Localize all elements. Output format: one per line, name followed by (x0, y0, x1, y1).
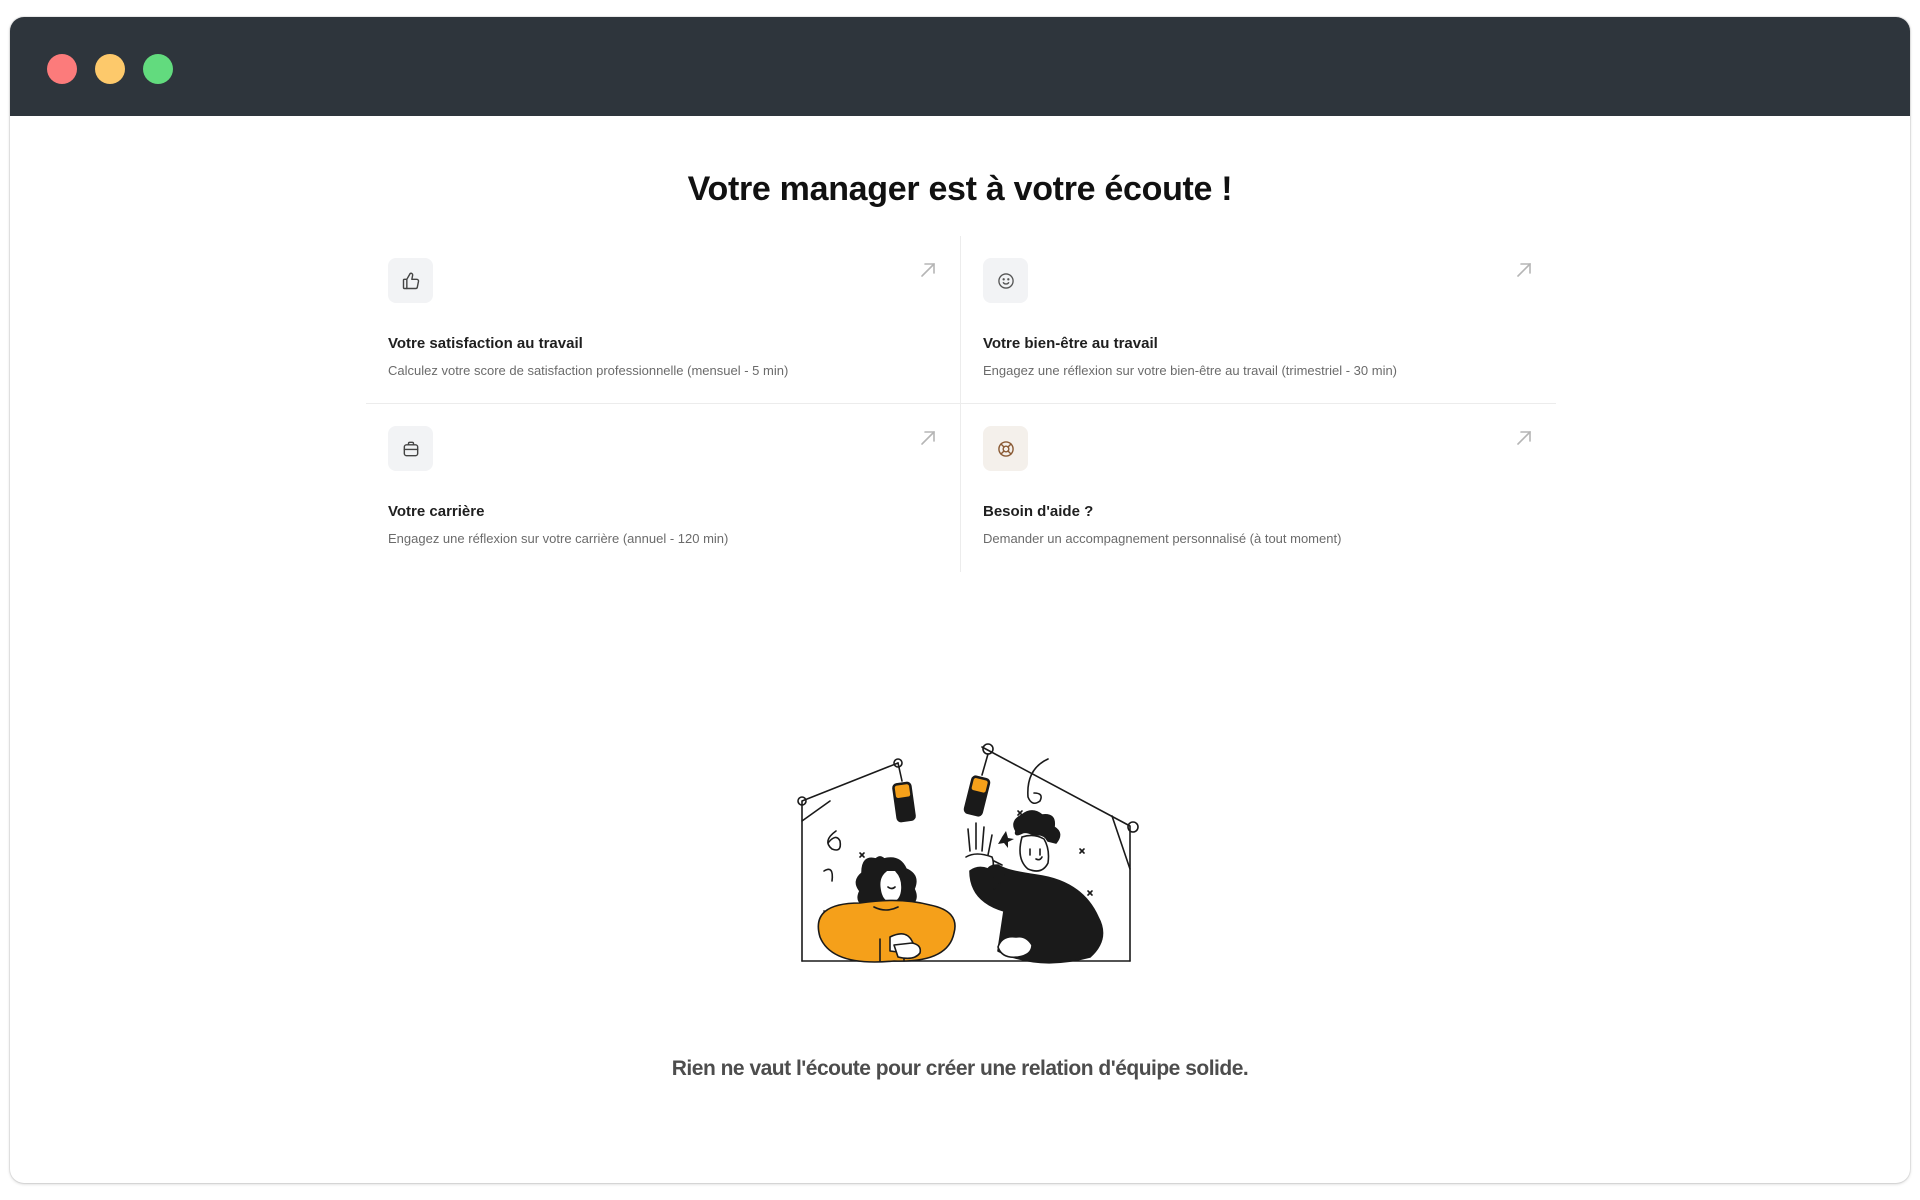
arrow-up-right-icon (921, 263, 935, 277)
arrow-up-right-icon (1517, 431, 1531, 445)
card-description: Demander un accompagnement personnalisé … (983, 531, 1342, 546)
card-job-satisfaction[interactable]: Votre satisfaction au travail Calculez v… (366, 236, 961, 404)
card-description: Calculez votre score de satisfaction pro… (388, 363, 789, 378)
card-grid: Votre satisfaction au travail Calculez v… (366, 236, 1556, 572)
arrow-up-right-icon (1517, 263, 1531, 277)
lifebuoy-icon (983, 426, 1028, 471)
arrow-up-right-icon (921, 431, 935, 445)
two-people-high-five-illustration (797, 743, 1139, 964)
tagline: Rien ne vaut l'écoute pour créer une rel… (671, 1057, 1249, 1080)
card-title: Votre carrière (388, 503, 485, 520)
card-title: Besoin d'aide ? (983, 503, 1094, 520)
app-window: Votre manager est à votre écoute ! Votre… (10, 17, 1910, 1183)
thumbs-up-icon (388, 258, 433, 303)
briefcase-icon (388, 426, 433, 471)
smiley-icon (983, 258, 1028, 303)
card-career[interactable]: Votre carrière Engagez une réflexion sur… (366, 404, 961, 572)
zoom-window-button[interactable] (143, 54, 173, 84)
card-title: Votre satisfaction au travail (388, 335, 583, 352)
close-window-button[interactable] (47, 54, 77, 84)
window-titlebar (10, 17, 1910, 116)
card-description: Engagez une réflexion sur votre bien-êtr… (983, 363, 1398, 378)
page-title: Votre manager est à votre écoute ! (687, 170, 1233, 208)
main-content: Votre manager est à votre écoute ! Votre… (10, 116, 1910, 1183)
card-help[interactable]: Besoin d'aide ? Demander un accompagneme… (961, 404, 1556, 572)
card-wellbeing[interactable]: Votre bien-être au travail Engagez une r… (961, 236, 1556, 404)
card-description: Engagez une réflexion sur votre carrière… (388, 531, 729, 546)
card-title: Votre bien-être au travail (983, 335, 1158, 352)
minimize-window-button[interactable] (95, 54, 125, 84)
